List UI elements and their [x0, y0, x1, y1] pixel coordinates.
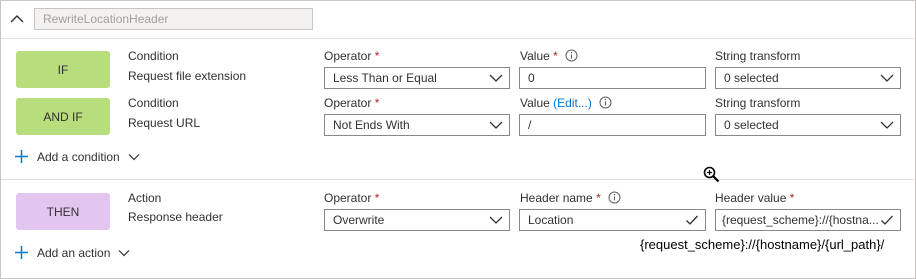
value-input[interactable]: /	[519, 114, 706, 136]
operator-label-text: Operator	[324, 191, 372, 205]
plus-icon	[14, 245, 29, 260]
value-label: Value *	[520, 49, 578, 65]
action-operator-value: Overwrite	[333, 213, 385, 227]
header-value-input[interactable]: {request_scheme}://{hostna...	[715, 209, 901, 231]
condition-type: Request file extension	[128, 69, 247, 83]
chevron-down-icon	[488, 117, 504, 133]
chevron-down-icon	[879, 70, 895, 86]
header-value-label: Header value *	[715, 191, 794, 205]
and-if-pill: AND IF	[16, 98, 110, 135]
if-pill-label: IF	[57, 62, 69, 77]
required-mark: *	[374, 191, 380, 205]
operator-select-value: Less Than or Equal	[333, 71, 437, 85]
condition-label: Condition	[128, 96, 179, 110]
chevron-down-icon	[488, 70, 504, 86]
chevron-down-icon	[128, 153, 140, 161]
header-name-value: Location	[528, 213, 574, 227]
value-label: Value (Edit...)	[520, 96, 612, 112]
string-transform-label: String transform	[715, 96, 801, 110]
condition-type: Request URL	[128, 116, 201, 130]
operator-select[interactable]: Less Than or Equal	[324, 67, 510, 89]
and-if-pill-label: AND IF	[43, 109, 83, 124]
chevron-down-icon	[488, 212, 504, 228]
string-transform-label: String transform	[715, 49, 801, 63]
action-type: Response header	[128, 210, 223, 224]
operator-label-text: Operator	[324, 49, 372, 63]
add-action-button[interactable]: Add an action	[14, 245, 130, 260]
checkmark-icon	[684, 212, 700, 228]
rule-name-input[interactable]: RewriteLocationHeader	[34, 8, 313, 30]
operator-label: Operator *	[324, 96, 379, 110]
required-mark: *	[553, 49, 558, 64]
required-mark: *	[596, 191, 601, 206]
header-value-label-text: Header value	[715, 191, 787, 205]
value-label-text: Value	[520, 49, 550, 64]
info-icon[interactable]	[608, 191, 621, 207]
operator-select[interactable]: Not Ends With	[324, 114, 510, 136]
string-transform-value: 0 selected	[724, 118, 779, 132]
then-pill-label: THEN	[46, 204, 80, 219]
value-input-text: 0	[528, 71, 535, 85]
header-name-combobox[interactable]: Location	[519, 209, 706, 231]
value-edit-link[interactable]: (Edit...)	[553, 96, 592, 110]
required-mark: *	[789, 191, 795, 205]
value-input-text: /	[528, 118, 532, 132]
plus-icon	[14, 149, 29, 164]
then-pill: THEN	[16, 193, 110, 230]
zoom-cursor-icon	[703, 166, 720, 183]
operator-label-text: Operator	[324, 96, 372, 110]
add-action-label: Add an action	[37, 245, 111, 260]
operator-label: Operator *	[324, 191, 379, 205]
condition-label: Condition	[128, 49, 179, 63]
if-pill: IF	[16, 51, 110, 88]
value-input[interactable]: 0	[519, 67, 706, 89]
section-divider	[1, 179, 914, 180]
action-label: Action	[128, 191, 162, 205]
header-name-label-text: Header name	[520, 191, 593, 206]
chevron-down-icon	[118, 249, 130, 257]
header-divider	[1, 38, 914, 39]
string-transform-value: 0 selected	[724, 71, 779, 85]
header-value-text: {request_scheme}://{hostna...	[722, 213, 879, 227]
operator-select-value: Not Ends With	[333, 118, 410, 132]
action-operator-select[interactable]: Overwrite	[324, 209, 510, 231]
string-transform-select[interactable]: 0 selected	[715, 67, 901, 89]
collapse-chevron-icon[interactable]	[8, 11, 26, 27]
required-mark: *	[374, 96, 380, 110]
value-label-text: Value	[520, 96, 550, 111]
info-icon[interactable]	[565, 49, 578, 65]
info-icon[interactable]	[599, 96, 612, 112]
header-name-label: Header name *	[520, 191, 621, 207]
rule-name-placeholder: RewriteLocationHeader	[43, 12, 169, 26]
string-transform-select[interactable]: 0 selected	[715, 114, 901, 136]
header-value-tooltip: {request_scheme}://{hostname}/{url_path}…	[640, 237, 885, 252]
required-mark: *	[374, 49, 380, 63]
add-condition-button[interactable]: Add a condition	[14, 149, 140, 164]
operator-label: Operator *	[324, 49, 379, 63]
chevron-down-icon	[879, 117, 895, 133]
add-condition-label: Add a condition	[37, 149, 120, 164]
checkmark-icon	[879, 212, 895, 228]
